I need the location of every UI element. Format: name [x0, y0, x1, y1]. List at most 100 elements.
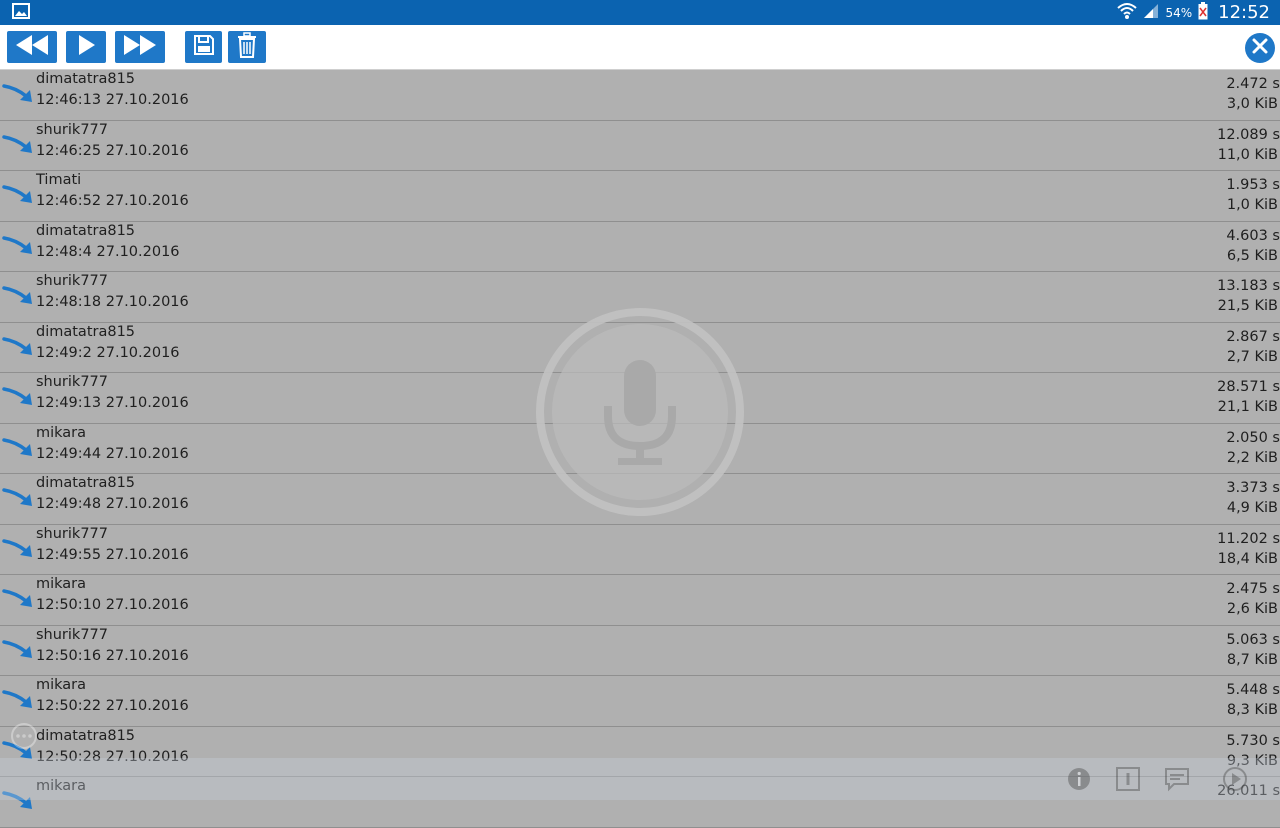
- play-button[interactable]: [66, 31, 106, 63]
- fast-forward-button[interactable]: [115, 31, 165, 63]
- recording-duration: 4.603 s: [1226, 227, 1280, 244]
- recording-user: dimatatra815: [36, 475, 136, 491]
- recording-duration: 2.050 s: [1226, 429, 1280, 446]
- play-icon: [74, 33, 98, 61]
- recording-size: 18,4 KiB: [1217, 550, 1278, 567]
- fast-forward-icon: [120, 33, 160, 61]
- save-button[interactable]: [185, 31, 222, 63]
- incoming-arrow-icon: [2, 335, 34, 357]
- incoming-arrow-icon: [2, 688, 34, 710]
- recording-timestamp: 12:50:16 27.10.2016: [36, 647, 189, 664]
- recording-size: 8,3 KiB: [1226, 702, 1278, 718]
- recording-timestamp: 12:50:28 27.10.2016: [36, 748, 189, 765]
- recording-timestamp: 12:49:13 27.10.2016: [36, 395, 189, 411]
- recording-timestamp: 12:48:4 27.10.2016: [36, 243, 180, 260]
- recording-timestamp: 12:46:25 27.10.2016: [36, 142, 189, 159]
- recording-row[interactable]: mikara 12:50:10 27.10.2016 2.475 s 2,6 KiB: [0, 575, 1280, 626]
- gallery-notification-icon: [12, 2, 30, 23]
- recording-row[interactable]: dimatatra815 12:49:48 27.10.2016 3.373 s 4,…: [0, 474, 1280, 525]
- recording-size: 21,5 KiB: [1217, 298, 1278, 314]
- recording-user: mikara: [36, 576, 87, 592]
- play-circle-icon[interactable]: [1222, 766, 1248, 792]
- status-left: [12, 2, 30, 23]
- text-icon[interactable]: [1115, 766, 1141, 792]
- recording-duration: 1.953 s: [1226, 177, 1280, 193]
- info-icon[interactable]: [1066, 766, 1092, 792]
- recording-size: 8,7 KiB: [1226, 651, 1278, 668]
- status-bar: 54% 12:52: [0, 0, 1280, 25]
- recording-row[interactable]: shurik777 12:48:18 27.10.2016 13.183 s 21,5…: [0, 272, 1280, 323]
- incoming-arrow-icon: [2, 234, 34, 256]
- recording-row[interactable]: shurik777 12:49:13 27.10.2016 28.571 s 21,1…: [0, 373, 1280, 424]
- recording-timestamp: 12:49:55 27.10.2016: [36, 546, 189, 563]
- incoming-arrow-icon: [2, 638, 34, 660]
- recording-timestamp: 12:50:10 27.10.2016: [36, 597, 189, 613]
- incoming-arrow-icon: [2, 82, 34, 104]
- recording-row[interactable]: Timati 12:46:52 27.10.2016 1.953 s 1,0 KiB: [0, 171, 1280, 222]
- recording-user: dimatatra815: [36, 323, 136, 340]
- recording-duration: 3.373 s: [1226, 480, 1280, 496]
- recording-timestamp: 12:46:13 27.10.2016: [36, 92, 189, 108]
- close-icon: [1252, 38, 1268, 58]
- chat-icon[interactable]: [1164, 766, 1190, 792]
- recording-row[interactable]: dimatatra815 12:48:4 27.10.2016 4.603 s 6,5…: [0, 222, 1280, 272]
- recording-timestamp: 12:46:52 27.10.2016: [36, 193, 189, 209]
- recording-row[interactable]: shurik777 12:50:16 27.10.2016 5.063 s 8,7 K…: [0, 626, 1280, 676]
- recording-duration: 2.472 s: [1226, 76, 1280, 92]
- trash-icon: [236, 32, 258, 62]
- recording-user: shurik777: [36, 525, 108, 542]
- recording-duration: 2.475 s: [1226, 581, 1280, 597]
- signal-icon: [1143, 3, 1159, 23]
- incoming-arrow-icon: [2, 587, 34, 609]
- delete-button[interactable]: [228, 31, 266, 63]
- incoming-arrow-icon: [2, 537, 34, 559]
- incoming-arrow-icon: [2, 789, 34, 811]
- recording-row[interactable]: shurik777 12:46:25 27.10.2016 12.089 s 11,0…: [0, 121, 1280, 171]
- recording-user: dimatatra815: [36, 222, 136, 239]
- recording-user: mikara: [36, 424, 87, 441]
- recording-row[interactable]: dimatatra815 12:49:2 27.10.2016 2.867 s 2,7…: [0, 323, 1280, 373]
- recording-size: 2,2 KiB: [1226, 449, 1278, 466]
- recording-size: 21,1 KiB: [1217, 399, 1278, 415]
- recording-size: 2,7 KiB: [1226, 348, 1278, 365]
- more-icon[interactable]: [10, 722, 38, 750]
- recording-size: 4,9 KiB: [1226, 500, 1278, 516]
- recording-row[interactable]: mikara 12:50:22 27.10.2016 5.448 s 8,3 KiB: [0, 676, 1280, 727]
- recording-duration: 5.063 s: [1226, 631, 1280, 648]
- recording-duration: 11.202 s: [1217, 530, 1280, 547]
- recording-user: shurik777: [36, 374, 108, 390]
- incoming-arrow-icon: [2, 133, 34, 155]
- incoming-arrow-icon: [2, 385, 34, 407]
- recording-user: dimatatra815: [36, 71, 136, 87]
- recording-size: 1,0 KiB: [1226, 197, 1278, 213]
- incoming-arrow-icon: [2, 486, 34, 508]
- status-right: 54% 12:52: [1117, 1, 1270, 24]
- recording-user: shurik777: [36, 626, 108, 643]
- recording-row[interactable]: dimatatra815 12:46:13 27.10.2016 2.472 s 3,…: [0, 70, 1280, 121]
- recording-timestamp: 12:49:44 27.10.2016: [36, 445, 189, 462]
- recordings-list: dimatatra815 12:46:13 27.10.2016 2.472 s 3,…: [0, 70, 1280, 828]
- player-toolbar: [0, 25, 1280, 70]
- close-button[interactable]: [1245, 33, 1275, 63]
- recording-duration: 13.183 s: [1217, 278, 1280, 294]
- incoming-arrow-icon: [2, 183, 34, 205]
- recording-duration: 5.730 s: [1226, 732, 1280, 749]
- recording-user: shurik777: [36, 121, 108, 138]
- recording-size: 11,0 KiB: [1217, 146, 1278, 163]
- battery-icon: [1198, 1, 1208, 24]
- incoming-arrow-icon: [2, 284, 34, 306]
- recording-duration: 5.448 s: [1226, 682, 1280, 698]
- recording-user: Timati: [36, 172, 82, 188]
- rewind-icon: [12, 33, 52, 61]
- recording-duration: 2.867 s: [1226, 328, 1280, 345]
- recording-row[interactable]: shurik777 12:49:55 27.10.2016 11.202 s 18,4…: [0, 525, 1280, 575]
- recording-timestamp: 12:48:18 27.10.2016: [36, 294, 189, 310]
- recording-user: mikara: [36, 778, 87, 794]
- recording-row[interactable]: mikara 12:49:44 27.10.2016 2.050 s 2,2 KiB: [0, 424, 1280, 474]
- rewind-button[interactable]: [7, 31, 57, 63]
- recording-size: 2,6 KiB: [1226, 601, 1278, 617]
- recording-timestamp: 12:49:48 27.10.2016: [36, 496, 189, 512]
- save-icon: [192, 33, 216, 61]
- incoming-arrow-icon: [2, 436, 34, 458]
- wifi-icon: [1117, 2, 1138, 24]
